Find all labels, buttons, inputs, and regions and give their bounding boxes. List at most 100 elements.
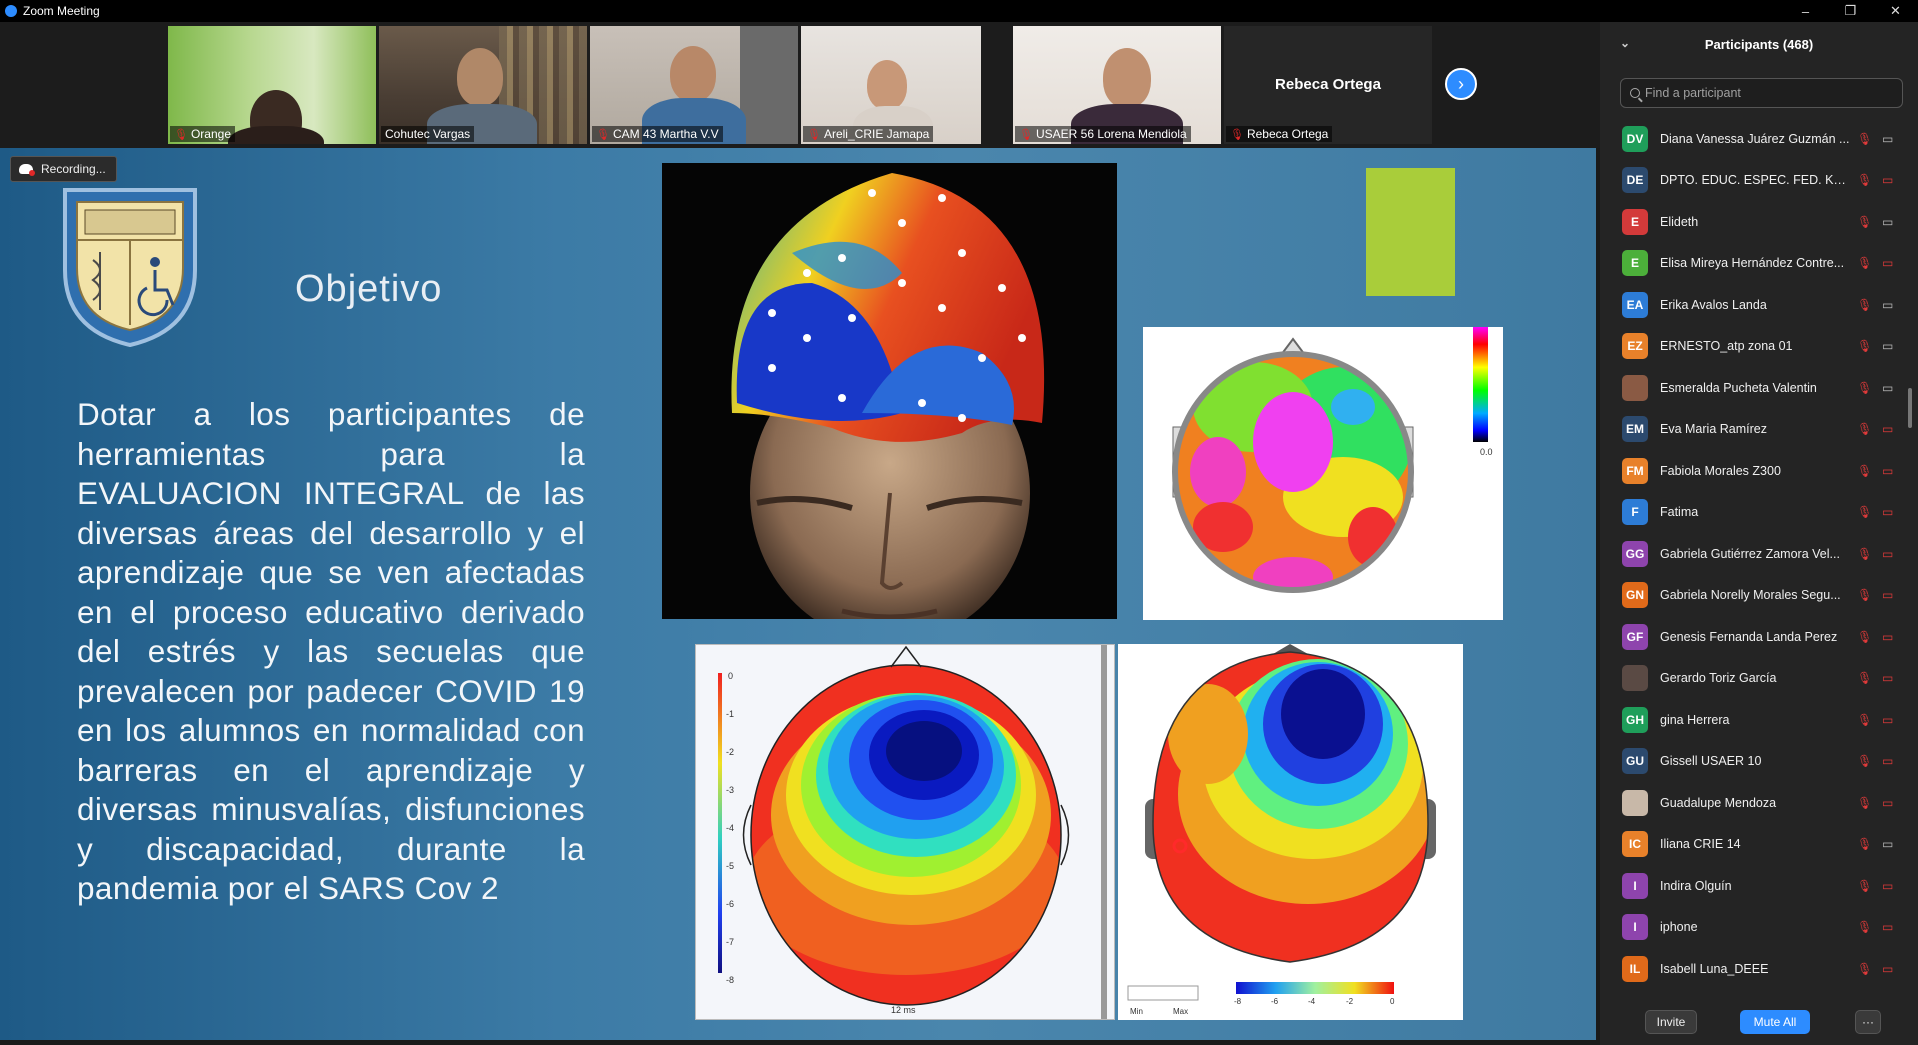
mic-muted-icon: 🎙: [1857, 588, 1873, 602]
participant-name: Iliana CRIE 14: [1660, 837, 1741, 851]
participants-title: Participants (468): [1704, 36, 1814, 52]
minimize-button[interactable]: –: [1783, 0, 1828, 22]
slide-accent-block: [1366, 168, 1455, 296]
participant-row[interactable]: GU Gissell USAER 10 🎙 ▭: [1600, 741, 1918, 782]
camera-off-icon: ▭: [1882, 422, 1894, 436]
video-tile[interactable]: Rebeca Ortega 🎙 Rebeca Ortega: [1224, 26, 1432, 144]
mic-muted-icon: 🎙: [1857, 297, 1873, 312]
mic-muted-icon: 🎙: [807, 128, 821, 141]
video-tile[interactable]: Cohutec Vargas: [379, 26, 587, 144]
participant-row[interactable]: GH gina Herrera 🎙 ▭: [1600, 699, 1918, 740]
participants-header: ⌄ Participants (468): [1600, 22, 1918, 66]
svg-text:-2: -2: [726, 747, 734, 757]
participant-row[interactable]: Esmeralda Pucheta Valentin 🎙 ▭: [1600, 367, 1918, 408]
avatar: GN: [1622, 582, 1648, 608]
participant-name: Elisa Mireya Hernández Contre...: [1660, 256, 1845, 270]
avatar: [1622, 665, 1648, 691]
camera-off-icon: ▭: [1882, 505, 1894, 519]
recording-indicator[interactable]: Recording...: [10, 156, 117, 182]
participant-row[interactable]: GN Gabriela Norelly Morales Segu... 🎙 ▭: [1600, 575, 1918, 616]
svg-text:-5: -5: [726, 861, 734, 871]
more-options-button[interactable]: ···: [1855, 1010, 1881, 1034]
participant-name: Elideth: [1660, 214, 1699, 229]
scrollbar-thumb[interactable]: [1908, 388, 1912, 428]
participant-row[interactable]: E Elideth 🎙 ▭: [1600, 201, 1918, 242]
mic-muted-icon: 🎙: [1857, 671, 1873, 685]
search-icon: [1630, 88, 1640, 98]
mic-muted-icon: 🎙: [1857, 795, 1873, 810]
institution-crest-icon: [63, 188, 197, 348]
avatar: [1622, 374, 1648, 401]
participant-row[interactable]: E Elisa Mireya Hernández Contre... 🎙 ▭: [1600, 243, 1918, 284]
participant-search-input[interactable]: [1645, 86, 1885, 100]
participants-list: DV Diana Vanessa Juárez Guzmán ... 🎙 ▭ DE DPT…: [1600, 118, 1918, 988]
tile-name-label: 🎙 Orange: [170, 126, 235, 142]
participant-name: Gerardo Toriz García: [1660, 671, 1777, 685]
svg-text:-6: -6: [726, 899, 734, 909]
chevron-down-icon[interactable]: ⌄: [1620, 36, 1630, 50]
window-controls: – ❐ ✕: [1783, 0, 1918, 22]
avatar: IL: [1622, 955, 1648, 982]
tile-display-name: Rebeca Ortega: [1275, 76, 1381, 93]
camera-off-icon: ▭: [1882, 878, 1894, 893]
window-title: Zoom Meeting: [23, 4, 100, 18]
video-tile[interactable]: 🎙 USAER 56 Lorena Mendiola: [1013, 26, 1221, 144]
participant-row[interactable]: Gerardo Toriz García 🎙 ▭: [1600, 658, 1918, 699]
svg-text:-7: -7: [726, 937, 734, 947]
participant-name: gina Herrera: [1660, 712, 1730, 727]
avatar: F: [1622, 499, 1648, 525]
participant-name: Isabell Luna_DEEE: [1660, 961, 1769, 976]
next-page-button[interactable]: ›: [1445, 68, 1477, 100]
avatar: FM: [1622, 457, 1648, 484]
participant-search[interactable]: [1620, 78, 1903, 108]
camera-off-icon: ▭: [1882, 629, 1894, 644]
participant-row[interactable]: F Fatima 🎙 ▭: [1600, 492, 1918, 533]
invite-button[interactable]: Invite: [1645, 1010, 1697, 1034]
participant-name: Gissell USAER 10: [1660, 754, 1762, 768]
mic-muted-icon: 🎙: [1019, 128, 1033, 141]
avatar: GF: [1622, 623, 1648, 650]
mic-muted-icon: 🎙: [1857, 878, 1873, 893]
participant-row[interactable]: IC Iliana CRIE 14 🎙 ▭: [1600, 824, 1918, 865]
zoom-logo-icon: [5, 5, 17, 17]
participant-name: Guadalupe Mendoza: [1660, 795, 1777, 810]
participant-row[interactable]: GG Gabriela Gutiérrez Zamora Vel... 🎙 ▭: [1600, 533, 1918, 574]
camera-off-icon: ▭: [1882, 463, 1894, 478]
participants-scrollbar[interactable]: [1908, 118, 1912, 988]
participant-row[interactable]: EM Eva Maria Ramírez 🎙 ▭: [1600, 409, 1918, 450]
participant-row[interactable]: GF Genesis Fernanda Landa Perez 🎙 ▭: [1600, 616, 1918, 657]
svg-text:Min: Min: [1130, 1007, 1143, 1016]
participant-row[interactable]: Iiphone 🎙 ▭: [1600, 907, 1918, 948]
mute-all-button[interactable]: Mute All: [1740, 1010, 1810, 1034]
participant-row[interactable]: I Indira Olguín 🎙 ▭: [1600, 865, 1918, 906]
eeg-head-3d-image: [662, 163, 1117, 619]
avatar: EA: [1622, 291, 1648, 318]
video-tile[interactable]: 🎙 Orange: [168, 26, 376, 144]
video-tile[interactable]: 🎙 Areli_CRIE Jamapa: [801, 26, 981, 144]
camera-icon: ▭: [1882, 339, 1894, 353]
participant-row[interactable]: DV Diana Vanessa Juárez Guzmán ... 🎙 ▭: [1600, 118, 1918, 159]
camera-off-icon: ▭: [1882, 795, 1894, 810]
mic-muted-icon: 🎙: [1857, 173, 1873, 187]
close-button[interactable]: ✕: [1873, 0, 1918, 22]
participant-row[interactable]: EZ ERNESTO_atp zona 01 🎙 ▭: [1600, 326, 1918, 367]
avatar: EZ: [1622, 333, 1648, 359]
participant-row[interactable]: EA Erika Avalos Landa 🎙 ▭: [1600, 284, 1918, 325]
participant-name: Gabriela Gutiérrez Zamora Vel...: [1660, 546, 1840, 561]
mic-muted-icon: 🎙: [596, 128, 610, 141]
camera-icon: ▭: [1882, 380, 1894, 395]
svg-text:-4: -4: [726, 823, 734, 833]
camera-off-icon: ▭: [1882, 173, 1894, 187]
mic-muted-icon: 🎙: [1857, 505, 1873, 519]
participant-row[interactable]: IL Isabell Luna_DEEE 🎙 ▭: [1600, 948, 1918, 988]
participant-name: Gabriela Norelly Morales Segu...: [1660, 588, 1841, 602]
participant-row[interactable]: FM Fabiola Morales Z300 🎙 ▭: [1600, 450, 1918, 491]
participant-name: Indira Olguín: [1660, 878, 1732, 893]
participant-row[interactable]: Guadalupe Mendoza 🎙 ▭: [1600, 782, 1918, 823]
video-tile[interactable]: 🎙 CAM 43 Martha V.V: [590, 26, 798, 144]
slide-title: Objetivo: [295, 268, 443, 310]
restore-button[interactable]: ❐: [1828, 0, 1873, 22]
avatar: DV: [1622, 125, 1648, 152]
participant-row[interactable]: DE DPTO. EDUC. ESPEC. FED. KERE... 🎙 ▭: [1600, 160, 1918, 201]
camera-off-icon: ▭: [1882, 754, 1894, 768]
